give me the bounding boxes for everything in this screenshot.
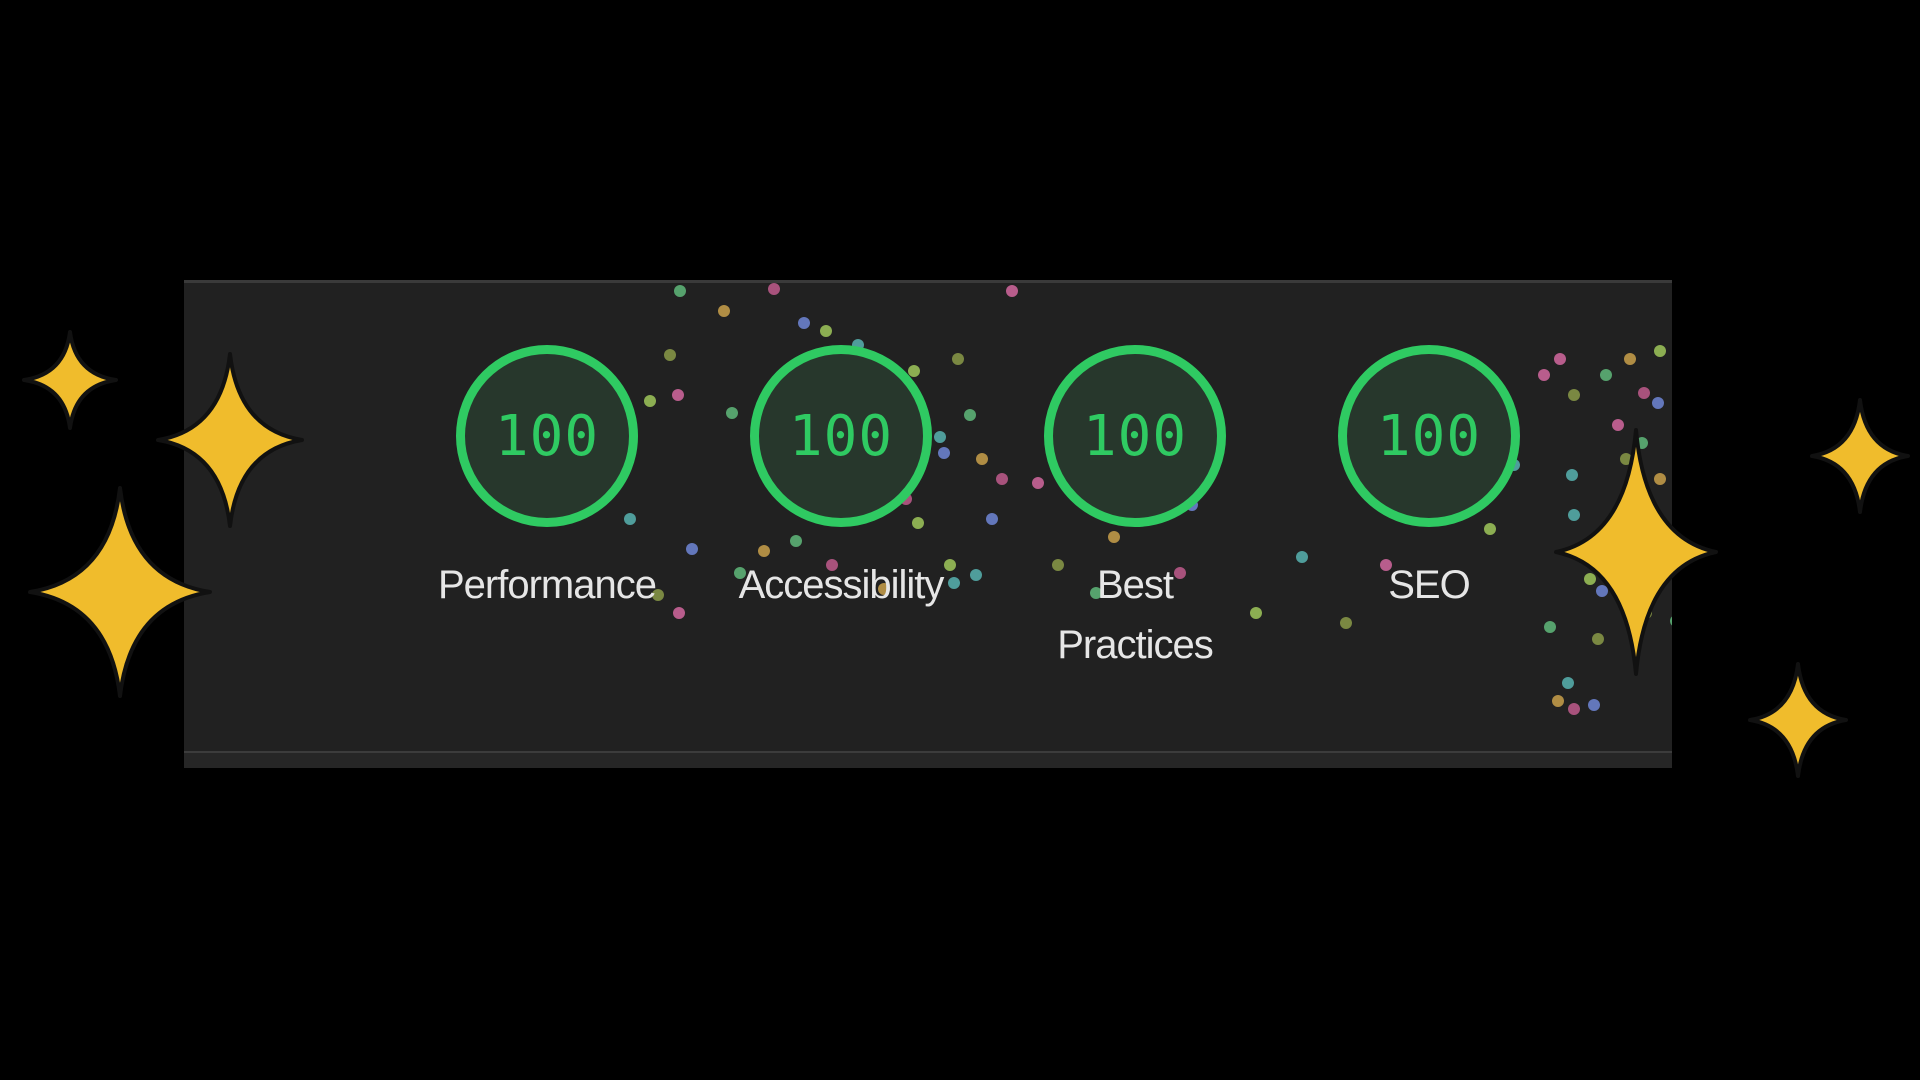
confetti-dot-icon	[820, 325, 832, 337]
score-ring: 100	[456, 345, 638, 527]
confetti-dot-icon	[718, 305, 730, 317]
confetti-dot-icon	[1568, 509, 1580, 521]
confetti-dot-icon	[1562, 677, 1574, 689]
gauge-best-practices[interactable]: 100 Best Practices	[1010, 345, 1260, 675]
confetti-dot-icon	[1006, 285, 1018, 297]
confetti-dot-icon	[1596, 585, 1608, 597]
confetti-dot-icon	[1554, 353, 1566, 365]
score-value: 100	[788, 403, 894, 469]
confetti-dot-icon	[686, 543, 698, 555]
confetti-dot-icon	[1636, 437, 1648, 449]
score-value: 100	[1376, 403, 1482, 469]
gauge-seo[interactable]: 100 SEO	[1304, 345, 1554, 615]
category-label: Performance	[438, 563, 657, 607]
confetti-dot-icon	[1592, 633, 1604, 645]
screenshot-stage: 100 Performance 100 Accessibility 100 Be…	[0, 0, 1920, 1080]
confetti-dot-icon	[1340, 617, 1352, 629]
confetti-dot-icon	[1552, 695, 1564, 707]
four-point-star-icon	[28, 486, 212, 698]
confetti-dot-icon	[1654, 473, 1666, 485]
category-label: Best Practices	[1057, 563, 1214, 667]
confetti-dot-icon	[1670, 616, 1672, 626]
score-ring: 100	[750, 345, 932, 527]
confetti-dot-icon	[673, 607, 685, 619]
confetti-dot-icon	[976, 453, 988, 465]
confetti-dot-icon	[1636, 479, 1648, 491]
confetti-dot-icon	[1654, 345, 1666, 357]
confetti-dot-icon	[1652, 397, 1664, 409]
confetti-dot-icon	[672, 389, 684, 401]
panel-footer-strip	[184, 753, 1672, 768]
confetti-dot-icon	[674, 285, 686, 297]
confetti-dot-icon	[970, 569, 982, 581]
confetti-dot-icon	[1638, 387, 1650, 399]
confetti-dot-icon	[798, 317, 810, 329]
confetti-dot-icon	[1588, 699, 1600, 711]
confetti-dot-icon	[1600, 369, 1612, 381]
confetti-dot-icon	[1566, 469, 1578, 481]
score-value: 100	[1082, 403, 1188, 469]
category-label: Accessibility	[738, 563, 945, 607]
four-point-star-icon	[22, 330, 118, 430]
confetti-dot-icon	[1624, 353, 1636, 365]
four-point-star-icon	[1748, 662, 1848, 778]
score-ring: 100	[1338, 345, 1520, 527]
gauge-performance[interactable]: 100 Performance	[422, 345, 672, 615]
category-label: SEO	[1388, 563, 1470, 607]
score-ring: 100	[1044, 345, 1226, 527]
four-point-star-icon	[1810, 398, 1910, 514]
confetti-dot-icon	[1620, 453, 1632, 465]
confetti-dot-icon	[1582, 549, 1594, 561]
score-value: 100	[494, 403, 600, 469]
confetti-dot-icon	[768, 283, 780, 295]
confetti-dot-icon	[1640, 607, 1652, 619]
confetti-dot-icon	[986, 513, 998, 525]
confetti-dot-icon	[1612, 567, 1624, 579]
lighthouse-scores-panel: 100 Performance 100 Accessibility 100 Be…	[184, 280, 1672, 768]
confetti-dot-icon	[996, 473, 1008, 485]
confetti-dot-icon	[1568, 703, 1580, 715]
confetti-dot-icon	[1632, 583, 1644, 595]
confetti-dot-icon	[1544, 621, 1556, 633]
confetti-dot-icon	[1568, 389, 1580, 401]
confetti-dot-icon	[1584, 573, 1596, 585]
gauge-accessibility[interactable]: 100 Accessibility	[716, 345, 966, 615]
confetti-dot-icon	[1612, 419, 1624, 431]
